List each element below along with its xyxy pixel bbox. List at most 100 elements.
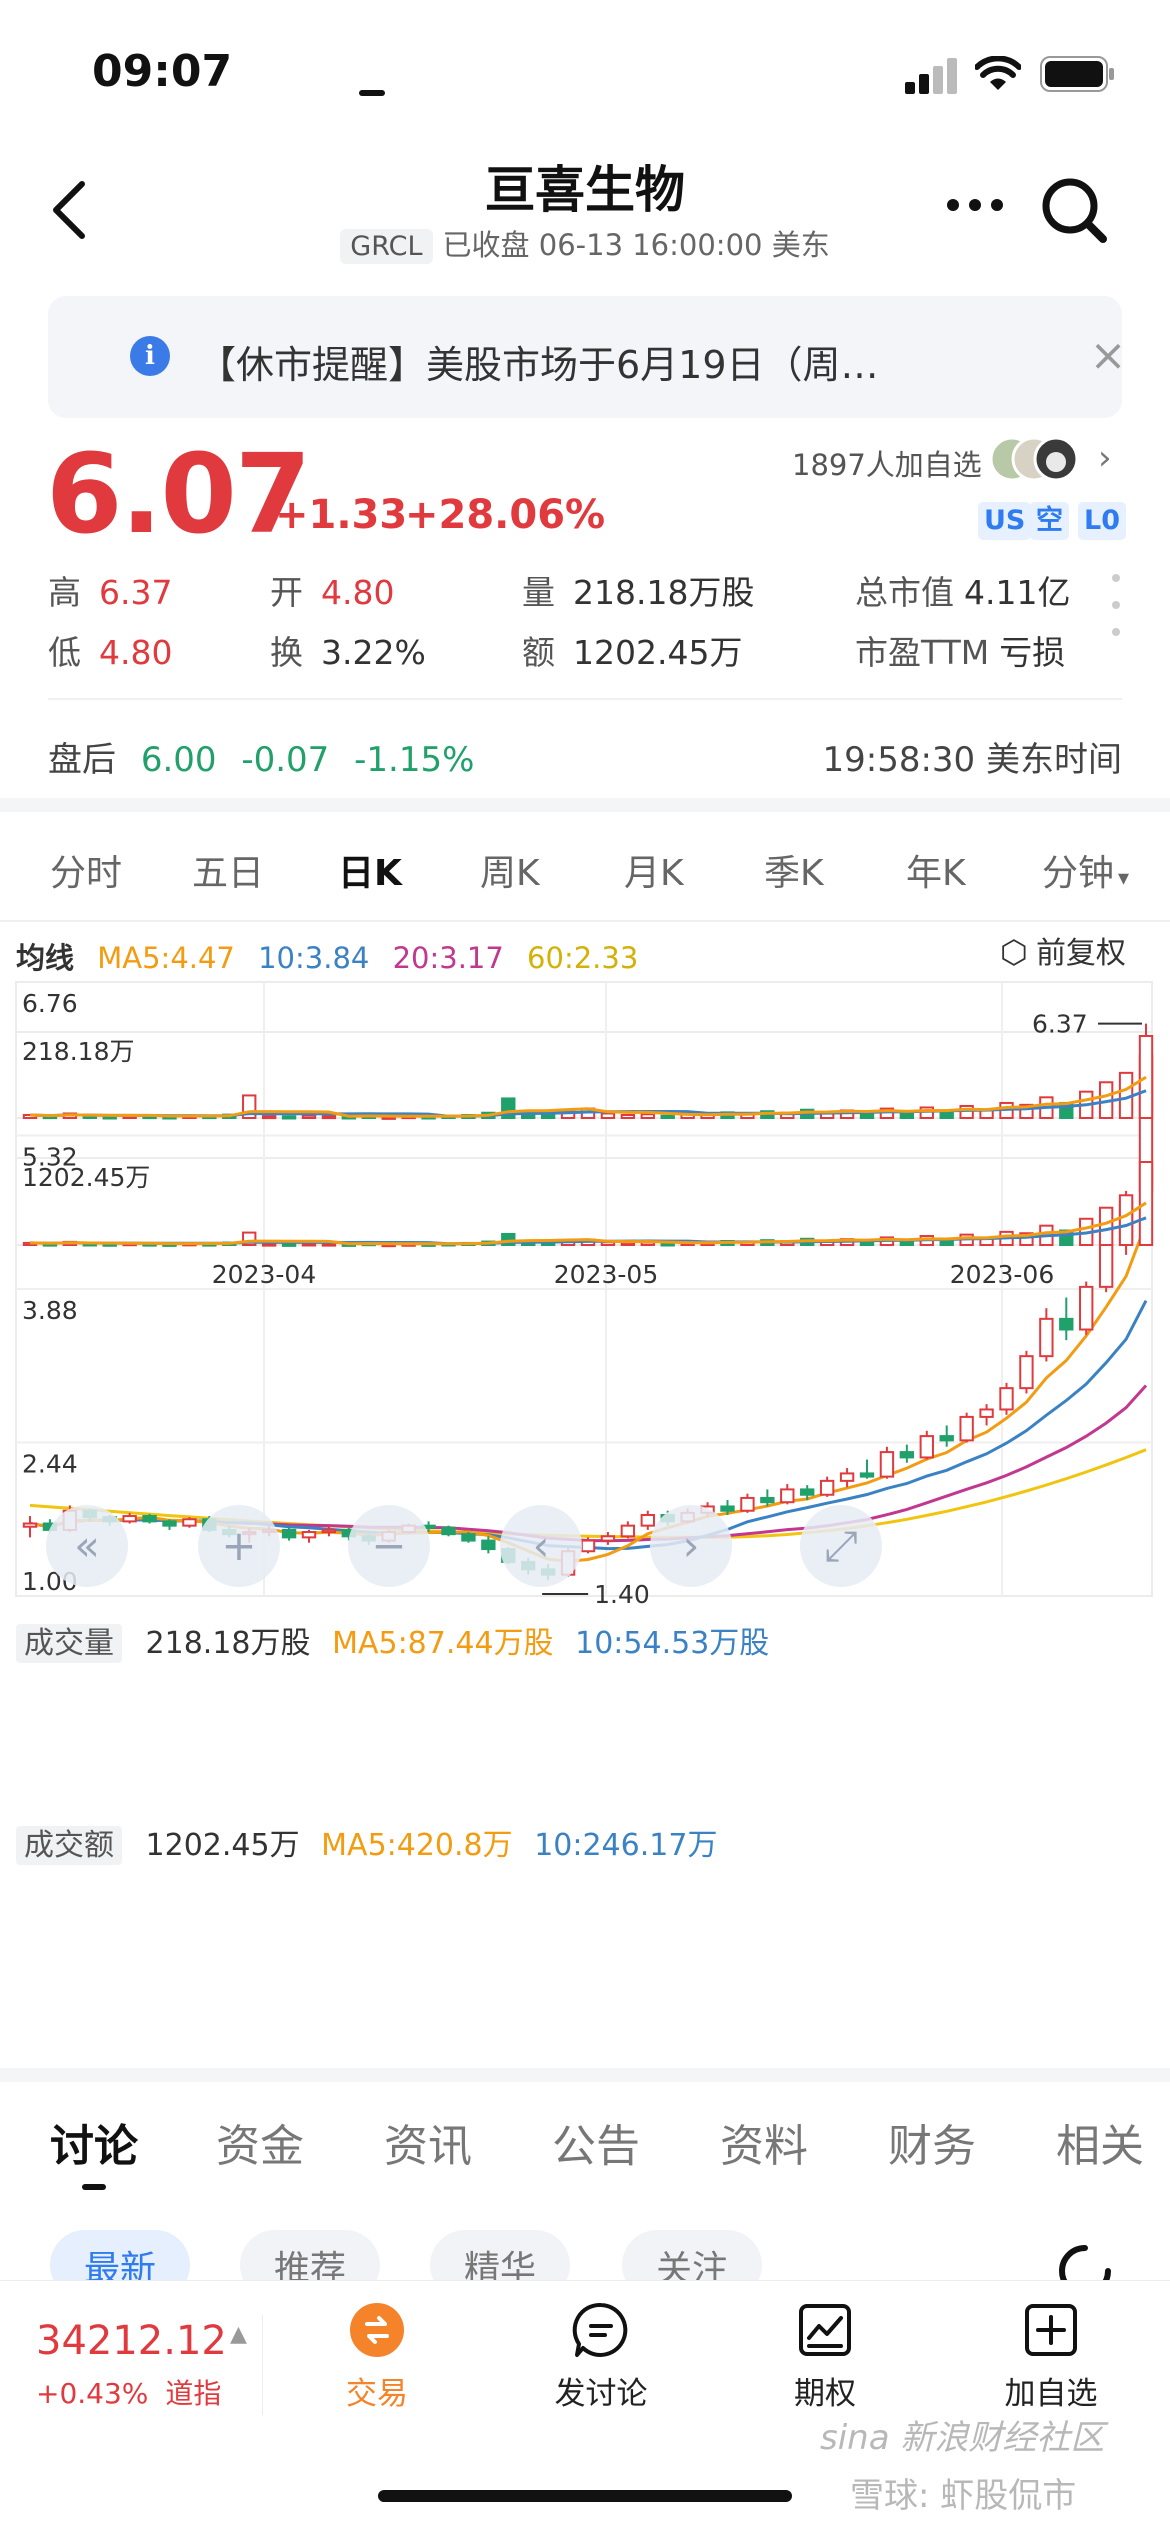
candle-body — [1079, 1285, 1094, 1331]
candle-body — [441, 1526, 456, 1536]
candle-body — [720, 1505, 735, 1512]
fullscreen-button[interactable]: ⤢ — [800, 1505, 882, 1587]
tab-quarterly-k[interactable]: 季K — [764, 844, 824, 896]
amount-ma5: MA5:420.8万 — [321, 1828, 513, 1863]
chevron-right-icon[interactable]: › — [1098, 438, 1112, 478]
volume-chip[interactable]: 成交量 — [16, 1624, 122, 1663]
y-tick-label: 6.76 — [22, 989, 78, 1018]
nav-add-watchlist[interactable]: 加自选 — [966, 2300, 1136, 2413]
section-gap — [0, 2068, 1170, 2082]
tab-minute[interactable]: 分钟 ▾ — [1042, 844, 1129, 896]
candles — [22, 1023, 1154, 1581]
amount-ma5-line — [29, 1201, 1147, 1246]
tab-five-day[interactable]: 五日 — [192, 844, 264, 896]
candle-body — [22, 1522, 38, 1528]
status-time: 09:07 — [92, 46, 233, 97]
candle-body — [959, 1415, 974, 1442]
tab-announcements[interactable]: 公告 — [552, 2110, 640, 2174]
status-bar: 09:07 — [0, 0, 1170, 140]
tab-daily-k[interactable]: 日K — [338, 844, 402, 896]
tab-monthly-k[interactable]: 月K — [624, 844, 684, 896]
follower-avatars[interactable] — [990, 434, 1090, 484]
amount-ma10: 10:246.17万 — [534, 1828, 718, 1863]
amount-bar — [899, 1240, 915, 1246]
amount-bar — [660, 1242, 675, 1247]
tab-capital[interactable]: 资金 — [216, 2110, 304, 2174]
candle-body — [899, 1451, 915, 1459]
ma10-line — [29, 1300, 1148, 1551]
zoom-out-button[interactable]: − — [348, 1505, 430, 1587]
divider — [0, 920, 1170, 922]
tab-news[interactable]: 资讯 — [384, 2110, 472, 2174]
watermark-sina: sina 新浪财经社区 — [820, 2418, 1105, 2458]
y-tick-label: 3.88 — [22, 1296, 78, 1325]
candle-body — [800, 1488, 815, 1496]
scroll-right-button[interactable]: › — [650, 1505, 732, 1587]
search-button[interactable] — [1035, 170, 1115, 250]
tab-yearly-k[interactable]: 年K — [906, 844, 966, 896]
market-notice-banner[interactable]: i 【休市提醒】美股市场于6月19日（周… × — [48, 296, 1126, 418]
price-change-pct: +28.06% — [405, 492, 606, 538]
amount-chip[interactable]: 成交额 — [16, 1826, 122, 1865]
after-hours-time: 19:58:30 美东时间 — [822, 740, 1122, 780]
candle-body — [879, 1451, 895, 1478]
amount-bar — [1098, 1206, 1114, 1246]
info-icon: i — [130, 336, 170, 376]
x-axis: 2023-04 2023-05 2023-06 — [212, 1260, 1054, 1289]
battery-icon — [1040, 56, 1114, 92]
tab-financials[interactable]: 财务 — [888, 2110, 976, 2174]
stat-high: 高 6.37 — [48, 573, 173, 612]
stat-pe: 市盈TTM 亏损 — [855, 633, 1066, 672]
watchlist-count[interactable]: 1897人加自选 — [792, 442, 982, 484]
index-value[interactable]: 34212.12 — [36, 2318, 227, 2364]
x-tick-label: 2023-06 — [950, 1260, 1054, 1289]
amount-bars: 1202.45万 — [22, 1161, 1154, 1248]
kline-chart[interactable]: 6.765.323.882.441.00 6.371.40 218.18万 12… — [0, 970, 1170, 2060]
tag-level: L0 — [1078, 502, 1126, 540]
stat-market-cap: 总市值 4.11亿 — [855, 573, 1071, 612]
index-change[interactable]: +0.43% 道指 — [36, 2372, 221, 2412]
after-hours-change-pct: -1.15% — [354, 740, 475, 780]
tab-profile[interactable]: 资料 — [720, 2110, 808, 2174]
stat-turnover: 换 3.22% — [270, 633, 426, 672]
volume-bar — [899, 1112, 915, 1119]
section-gap — [0, 798, 1170, 812]
candle-body — [1019, 1355, 1034, 1390]
panel-frame — [15, 1031, 1153, 1119]
tag-us: US — [978, 502, 1032, 540]
volume-ma5: MA5:87.44万股 — [332, 1626, 554, 1661]
chat-bubble-icon — [572, 2302, 628, 2357]
scroll-left-button[interactable]: ‹ — [500, 1505, 582, 1587]
tab-discussion[interactable]: 讨论 — [50, 2110, 138, 2174]
triangle-up-icon: ▲ — [230, 2322, 247, 2347]
candle-body — [780, 1488, 795, 1504]
settings-hex-icon: ⬡ — [1000, 933, 1028, 971]
nav-options[interactable]: 期权 — [740, 2300, 910, 2413]
tab-related[interactable]: 相关 — [1056, 2110, 1144, 2174]
tab-intraday[interactable]: 分时 — [50, 844, 122, 896]
amount-bar — [261, 1242, 277, 1247]
volume-bars: 218.18万 — [22, 1035, 1154, 1120]
candle-body — [839, 1472, 855, 1482]
low-marker-label: 1.40 — [594, 1580, 650, 1609]
more-options-button[interactable] — [940, 175, 1010, 235]
zoom-in-button[interactable]: + — [198, 1505, 280, 1587]
close-icon[interactable]: × — [1078, 326, 1138, 386]
nav-post-discussion[interactable]: 发讨论 — [516, 2300, 686, 2413]
adjust-button[interactable]: ⬡ 前复权 — [1000, 928, 1126, 972]
volume-ma10: 10:54.53万股 — [575, 1626, 770, 1661]
candle-body — [740, 1496, 755, 1512]
candle-body — [760, 1496, 775, 1504]
price-change: +1.33 — [275, 492, 408, 538]
candle-body — [301, 1531, 317, 1539]
volume-bar — [321, 1115, 337, 1120]
tab-weekly-k[interactable]: 周K — [480, 844, 540, 896]
candle-body — [819, 1479, 835, 1496]
scroll-start-button[interactable]: « — [46, 1505, 128, 1587]
expand-stats-icon[interactable] — [1110, 570, 1122, 640]
stat-amount: 额 1202.45万 — [522, 633, 743, 672]
candle-body — [321, 1528, 337, 1534]
nav-trade[interactable]: 交易 — [292, 2300, 462, 2413]
after-hours-change: -0.07 — [241, 740, 330, 780]
ma60-line — [29, 1448, 1147, 1539]
